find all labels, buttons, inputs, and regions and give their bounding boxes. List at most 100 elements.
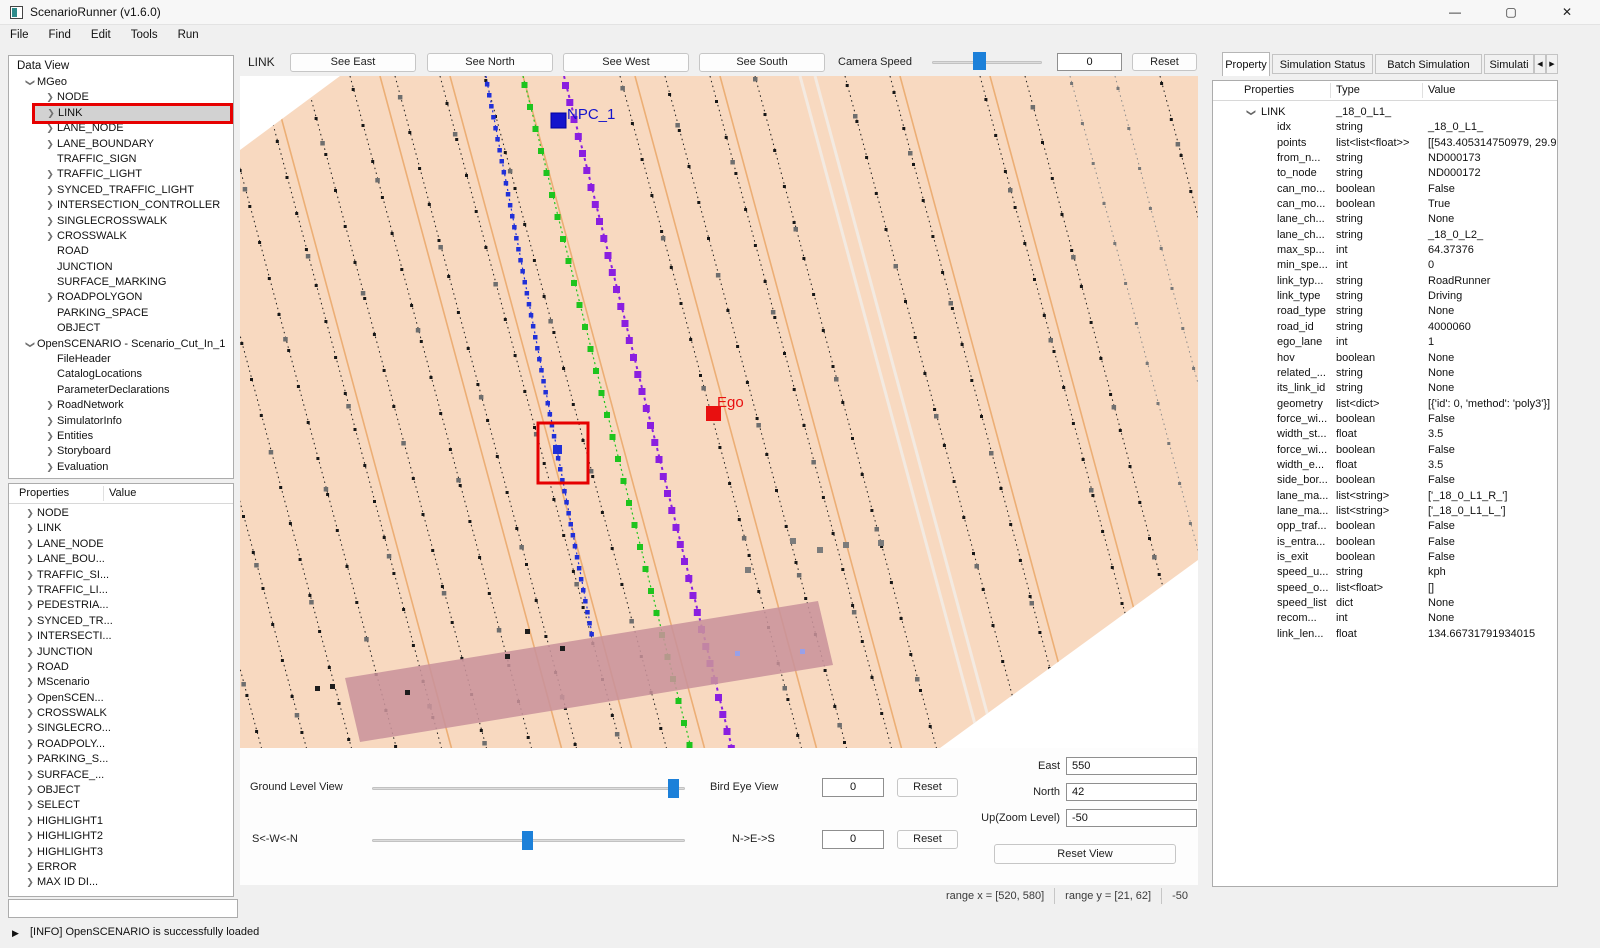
prop-row-lane-ma[interactable]: lane_ma...list<string>['_18_0_L1_R_'] xyxy=(1213,489,1557,504)
minimize-button[interactable]: — xyxy=(1432,0,1478,25)
menu-find[interactable]: Find xyxy=(39,25,81,46)
prop-row-link-type[interactable]: link_typestringDriving xyxy=(1213,289,1557,304)
chevron-right-icon[interactable]: ❯ xyxy=(23,737,37,752)
chevron-right-icon[interactable]: ❯ xyxy=(43,460,57,475)
prop-row-force-wi[interactable]: force_wi...booleanFalse xyxy=(1213,412,1557,427)
chevron-right-icon[interactable]: ❯ xyxy=(23,675,37,690)
tab-scroll-right-icon[interactable]: ▶ xyxy=(1546,54,1558,74)
chevron-right-icon[interactable]: ❯ xyxy=(23,660,37,675)
tree-item-traffic-light[interactable]: ❯TRAFFIC_LIGHT xyxy=(9,167,233,182)
prop-row-can-mo[interactable]: can_mo...booleanFalse xyxy=(1213,182,1557,197)
camera-speed-handle[interactable] xyxy=(973,52,986,70)
tab-simulation-status[interactable]: Simulation Status xyxy=(1272,54,1373,74)
chevron-right-icon[interactable]: ❯ xyxy=(23,860,37,875)
prop-row-ego-lane[interactable]: ego_laneint1 xyxy=(1213,335,1557,350)
props-item-road[interactable]: ❯ROAD xyxy=(9,660,233,675)
chevron-right-icon[interactable]: ❯ xyxy=(23,845,37,860)
ground-level-slider[interactable] xyxy=(372,787,685,790)
prop-row-related[interactable]: related_...stringNone xyxy=(1213,366,1557,381)
chevron-right-icon[interactable]: ❯ xyxy=(43,137,57,152)
npc-vehicle-marker[interactable] xyxy=(551,113,566,128)
prop-row-lane-ch[interactable]: lane_ch...string_18_0_L2_ xyxy=(1213,228,1557,243)
tree-item-junction[interactable]: JUNCTION xyxy=(9,260,233,275)
swn-handle[interactable] xyxy=(522,831,533,850)
props-item-max-id-di[interactable]: ❯MAX ID DI... xyxy=(9,875,233,890)
props-item-singlecro[interactable]: ❯SINGLECRO... xyxy=(9,721,233,736)
props-item-parking-s[interactable]: ❯PARKING_S... xyxy=(9,752,233,767)
prop-row-road-type[interactable]: road_typestringNone xyxy=(1213,304,1557,319)
tree-item-lane-node[interactable]: ❯LANE_NODE xyxy=(9,121,233,136)
chevron-right-icon[interactable]: ❯ xyxy=(23,614,37,629)
bird-eye-input[interactable]: 0 xyxy=(822,778,884,797)
chevron-right-icon[interactable]: ❯ xyxy=(23,691,37,706)
tree-item-mgeo[interactable]: ❯MGeo xyxy=(9,75,233,90)
chevron-right-icon[interactable]: ❯ xyxy=(23,568,37,583)
chevron-right-icon[interactable]: ❯ xyxy=(43,214,57,229)
props-item-openscen[interactable]: ❯OpenSCEN... xyxy=(9,691,233,706)
props-item-traffic-si[interactable]: ❯TRAFFIC_SI... xyxy=(9,568,233,583)
chevron-right-icon[interactable]: ❯ xyxy=(23,814,37,829)
tree-item-storyboard[interactable]: ❯Storyboard xyxy=(9,444,233,459)
props-item-highlight2[interactable]: ❯HIGHLIGHT2 xyxy=(9,829,233,844)
see-north-button[interactable]: See North xyxy=(427,53,553,72)
props-item-object[interactable]: ❯OBJECT xyxy=(9,783,233,798)
see-west-button[interactable]: See West xyxy=(563,53,689,72)
expander-triangle-icon[interactable]: ▶ xyxy=(12,928,19,939)
prop-row-width-st[interactable]: width_st...float3.5 xyxy=(1213,427,1557,442)
chevron-right-icon[interactable]: ❯ xyxy=(43,90,57,105)
see-east-button[interactable]: See East xyxy=(290,53,416,72)
up-zoom-input[interactable]: -50 xyxy=(1066,809,1197,827)
chevron-right-icon[interactable]: ❯ xyxy=(23,645,37,660)
prop-row-from-n[interactable]: from_n...stringND000173 xyxy=(1213,151,1557,166)
chevron-right-icon[interactable]: ❯ xyxy=(23,552,37,567)
chevron-right-icon[interactable]: ❯ xyxy=(23,768,37,783)
north-input[interactable]: 42 xyxy=(1066,783,1197,801)
chevron-right-icon[interactable]: ❯ xyxy=(23,629,37,644)
prop-row-speed-list[interactable]: speed_listdictNone xyxy=(1213,596,1557,611)
props-item-error[interactable]: ❯ERROR xyxy=(9,860,233,875)
prop-row-to-node[interactable]: to_nodestringND000172 xyxy=(1213,166,1557,181)
tree-item-simulatorinfo[interactable]: ❯SimulatorInfo xyxy=(9,414,233,429)
prop-row-speed-o[interactable]: speed_o...list<float>[] xyxy=(1213,581,1557,596)
tree-item-link[interactable]: ❯LINK xyxy=(35,106,230,121)
tree-item-entities[interactable]: ❯Entities xyxy=(9,429,233,444)
chevron-right-icon[interactable]: ❯ xyxy=(23,798,37,813)
prop-row-width-e[interactable]: width_e...float3.5 xyxy=(1213,458,1557,473)
chevron-down-icon[interactable]: ❯ xyxy=(1243,109,1258,117)
chevron-right-icon[interactable]: ❯ xyxy=(23,783,37,798)
props-item-surface[interactable]: ❯SURFACE_... xyxy=(9,768,233,783)
close-button[interactable]: ✕ xyxy=(1544,0,1590,25)
prop-row-lane-ch[interactable]: lane_ch...stringNone xyxy=(1213,212,1557,227)
prop-row-speed-u[interactable]: speed_u...stringkph xyxy=(1213,565,1557,580)
prop-row-link-typ[interactable]: link_typ...stringRoadRunner xyxy=(1213,274,1557,289)
prop-row-points[interactable]: pointslist<list<float>>[[543.40531475097… xyxy=(1213,136,1557,151)
chevron-right-icon[interactable]: ❯ xyxy=(43,198,57,213)
chevron-right-icon[interactable]: ❯ xyxy=(43,398,57,413)
props-item-mscenario[interactable]: ❯MScenario xyxy=(9,675,233,690)
chevron-right-icon[interactable]: ❯ xyxy=(23,521,37,536)
prop-row-road-id[interactable]: road_idstring4000060 xyxy=(1213,320,1557,335)
chevron-right-icon[interactable]: ❯ xyxy=(44,106,58,121)
props-item-pedestria[interactable]: ❯PEDESTRIA... xyxy=(9,598,233,613)
chevron-right-icon[interactable]: ❯ xyxy=(23,829,37,844)
prop-row-recom[interactable]: recom...intNone xyxy=(1213,611,1557,626)
tab-simulati[interactable]: Simulati xyxy=(1484,54,1534,74)
prop-row-link-len[interactable]: link_len...float134.66731791934015 xyxy=(1213,627,1557,642)
menu-edit[interactable]: Edit xyxy=(81,25,121,46)
tree-item-node[interactable]: ❯NODE xyxy=(9,90,233,105)
props-item-lane-node[interactable]: ❯LANE_NODE xyxy=(9,537,233,552)
prop-row-link[interactable]: ❯LINK_18_0_L1_ xyxy=(1213,105,1557,120)
chevron-right-icon[interactable]: ❯ xyxy=(23,598,37,613)
chevron-right-icon[interactable]: ❯ xyxy=(23,875,37,890)
nes-reset-button[interactable]: Reset xyxy=(897,830,958,849)
tree-item-roadpolygon[interactable]: ❯ROADPOLYGON xyxy=(9,290,233,305)
maximize-button[interactable]: ▢ xyxy=(1488,0,1534,25)
props-item-node[interactable]: ❯NODE xyxy=(9,506,233,521)
chevron-right-icon[interactable]: ❯ xyxy=(23,537,37,552)
tab-property[interactable]: Property xyxy=(1222,52,1270,76)
chevron-down-icon[interactable]: ❯ xyxy=(22,337,37,351)
chevron-right-icon[interactable]: ❯ xyxy=(43,167,57,182)
chevron-right-icon[interactable]: ❯ xyxy=(43,121,57,136)
chevron-down-icon[interactable]: ❯ xyxy=(22,76,37,90)
prop-row-lane-ma[interactable]: lane_ma...list<string>['_18_0_L1_L_'] xyxy=(1213,504,1557,519)
